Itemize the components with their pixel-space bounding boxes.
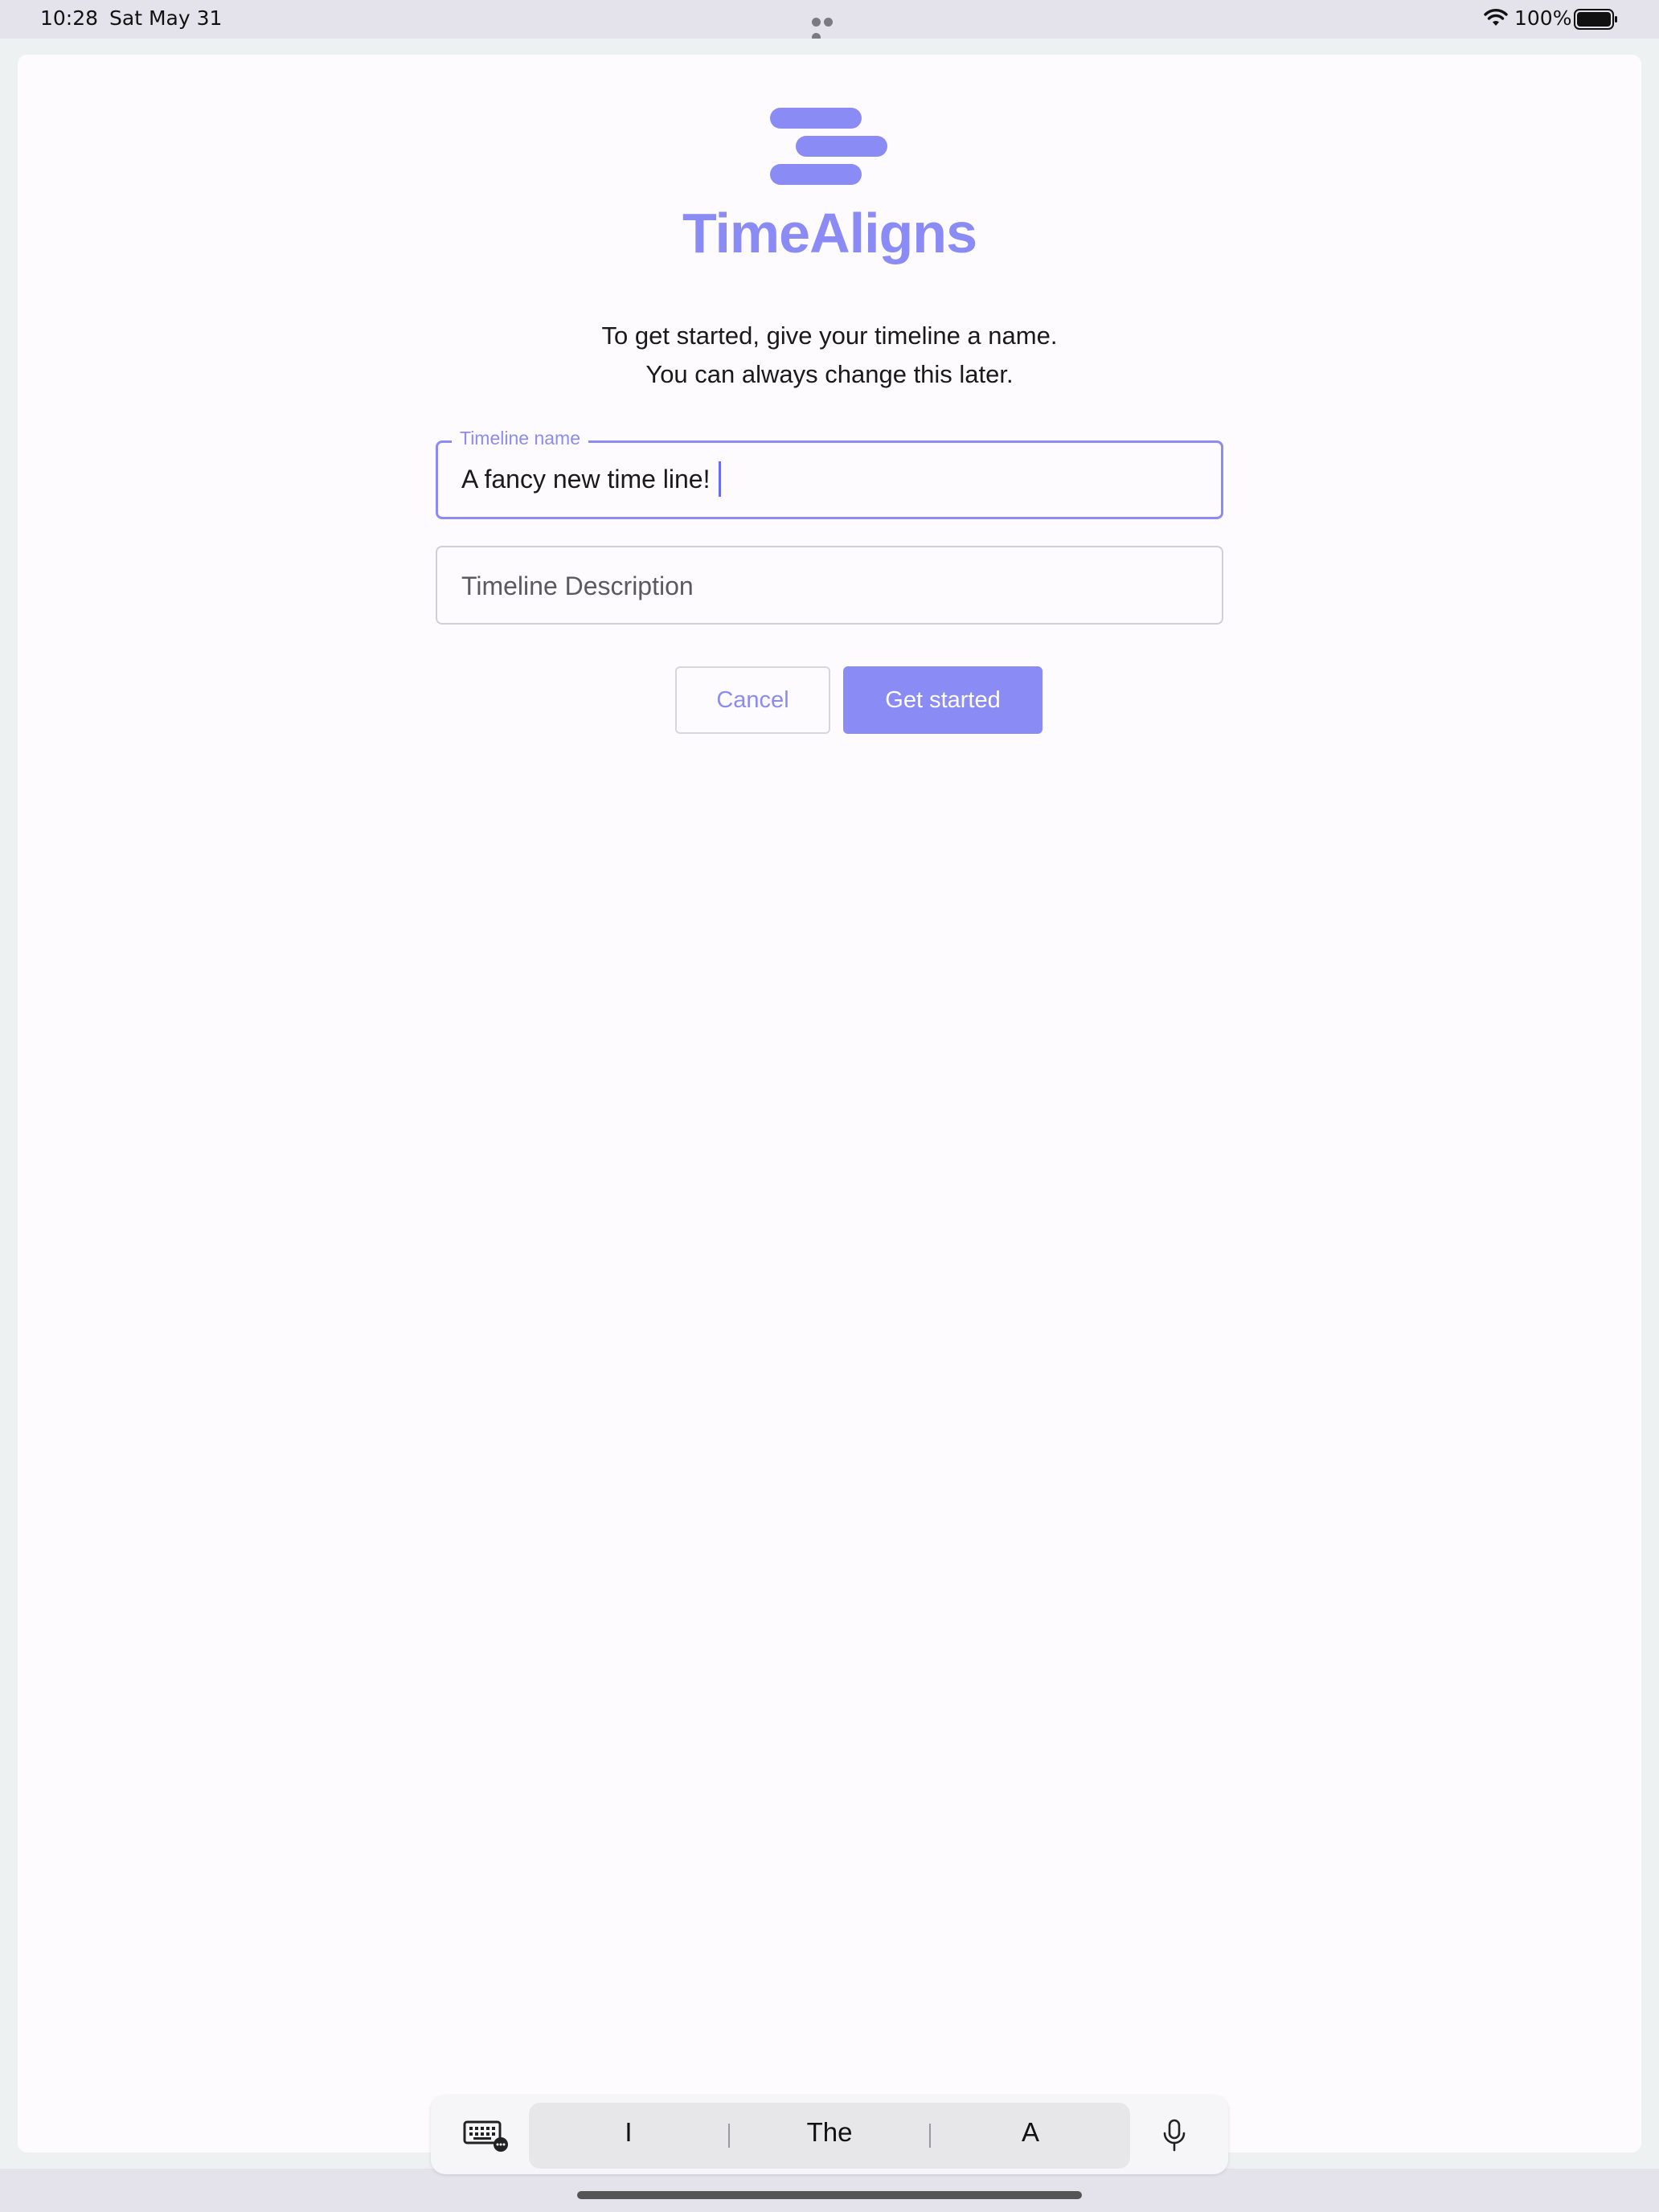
- suggestion-divider: [728, 2124, 730, 2148]
- intro-text-line-2: You can always change this later.: [645, 360, 1014, 388]
- microphone-icon[interactable]: [1162, 2119, 1186, 2153]
- suggestion-word[interactable]: The: [749, 2117, 910, 2148]
- suggestion-divider: [929, 2124, 931, 2148]
- text-caret: [719, 461, 721, 497]
- status-time: 10:28: [40, 6, 99, 30]
- suggestion-word[interactable]: I: [548, 2117, 709, 2148]
- home-indicator[interactable]: [577, 2191, 1082, 2199]
- wifi-icon: [1484, 9, 1508, 26]
- suggestion-word[interactable]: A: [950, 2117, 1111, 2148]
- timeline-name-label: Timeline name: [452, 428, 588, 449]
- timeline-name-value[interactable]: A fancy new time line!: [461, 465, 710, 494]
- battery-percent: 100%: [1514, 6, 1572, 30]
- timeline-description-placeholder[interactable]: Timeline Description: [461, 571, 694, 601]
- status-date: Sat May 31: [109, 6, 223, 30]
- timealigns-logo-icon: [770, 108, 887, 185]
- cancel-button[interactable]: Cancel: [675, 666, 830, 734]
- get-started-button[interactable]: Get started: [843, 666, 1043, 734]
- keyboard-icon[interactable]: [463, 2120, 510, 2153]
- intro-text-line-1: To get started, give your timeline a nam…: [601, 322, 1058, 350]
- status-bar: 10:28 Sat May 31 100%: [0, 0, 1659, 42]
- battery-icon: [1574, 9, 1617, 30]
- brand-title: TimeAligns: [682, 202, 977, 264]
- multitasking-dots-icon[interactable]: [812, 14, 847, 42]
